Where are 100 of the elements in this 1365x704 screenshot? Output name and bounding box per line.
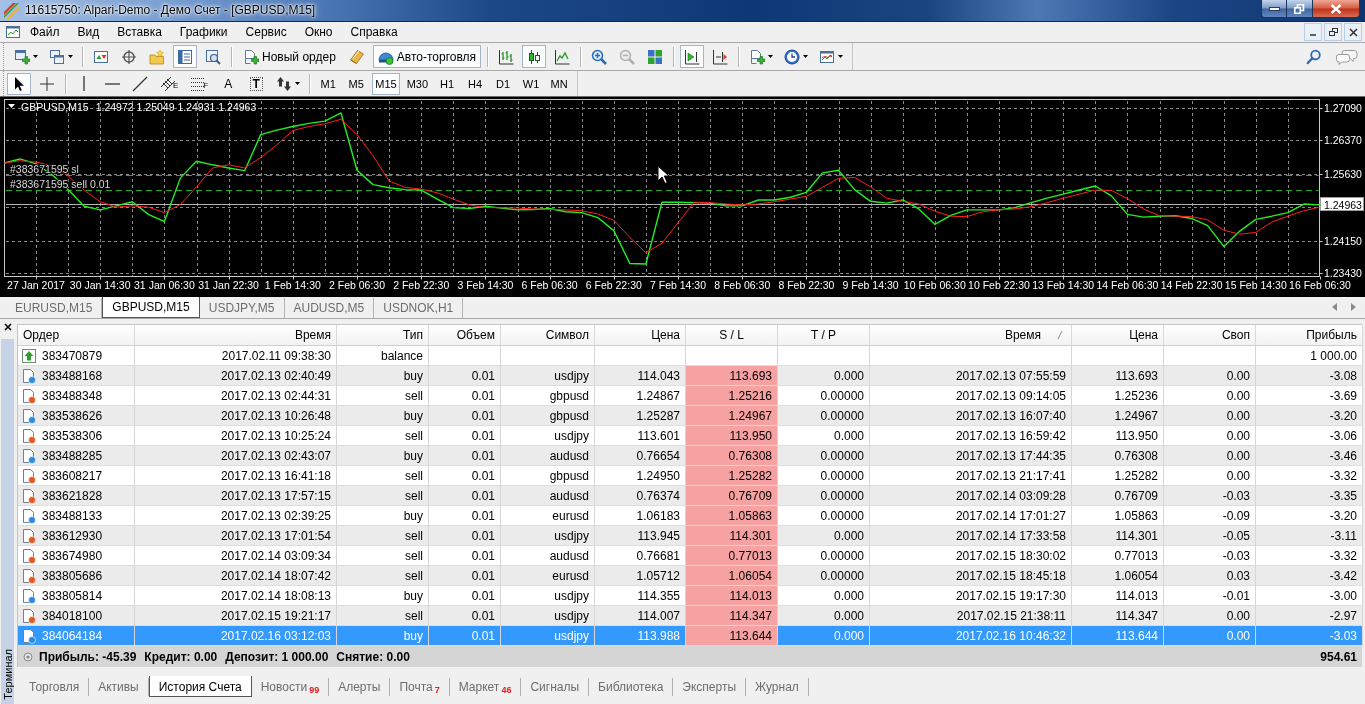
ref-line-label: 1.24963: [1324, 198, 1363, 211]
panel-tab[interactable]: Эксперты: [673, 678, 747, 696]
terminal-button[interactable]: [173, 45, 197, 68]
time-axis-label: 8 Feb 06:30: [714, 279, 771, 291]
table-row[interactable]: 383608217 2017.02.13 16:41:18 sell 0.01 gbpusd 1.24950 1.25282 0.00000 2017.02.13 21:17:41 1.25282 0.00 -3.32: [17, 466, 1362, 486]
menu-item[interactable]: Файл: [21, 22, 69, 42]
new-order-button[interactable]: Новый ордер: [238, 45, 341, 68]
ring-icon: [23, 651, 33, 662]
panel-tab[interactable]: Активы: [89, 678, 149, 696]
maximize-button[interactable]: [1287, 0, 1313, 18]
auto-scroll-button[interactable]: [680, 45, 705, 68]
scroll-right-icon[interactable]: [1351, 303, 1356, 311]
panel-tab[interactable]: Журнал: [746, 678, 809, 696]
table-row[interactable]: 383612930 2017.02.13 17:01:54 sell 0.01 usdjpy 113.945 114.301 0.000 2017.02.14 17:33:58 114.301 -0.05 -3.11: [17, 526, 1362, 546]
window-arrows-icon: [93, 48, 109, 65]
menu-item[interactable]: Вставка: [108, 22, 171, 42]
table-cell: 384064184: [42, 628, 103, 643]
time-axis-label: 3 Feb 14:30: [457, 279, 514, 291]
table-cell: 1.24967: [686, 406, 778, 426]
timeframe-button[interactable]: H4: [463, 72, 488, 95]
menu-item[interactable]: Сервис: [236, 22, 296, 42]
table-row[interactable]: 383621828 2017.02.13 17:57:15 sell 0.01 audusd 0.76374 0.76709 0.00000 2017.02.14 03:09:28 0.76709 -0.03 -3.35: [17, 486, 1362, 506]
chart-shift-icon: [712, 48, 729, 65]
minimize-button[interactable]: [1261, 0, 1287, 18]
unread-count: 7: [434, 685, 440, 696]
table-row[interactable]: 383488168 2017.02.13 02:40:49 buy 0.01 usdjpy 114.043 113.693 0.000 2017.02.13 07:55:59 113.693 0.00 -3.08: [17, 366, 1362, 386]
table-row[interactable]: 383538626 2017.02.13 10:26:48 buy 0.01 gbpusd 1.25287 1.24967 0.00000 2017.02.13 16:07:40 1.24967 0.00 -3.20: [17, 406, 1362, 426]
vertical-line-icon: [83, 76, 85, 91]
table-row[interactable]: 383488285 2017.02.13 02:43:07 buy 0.01 audusd 0.76654 0.76308 0.00000 2017.02.13 17:44:35 0.76308 0.00 -3.46: [17, 446, 1362, 466]
table-row[interactable]: 383488133 2017.02.13 02:39:25 buy 0.01 eurusd 1.06183 1.05863 0.00000 2017.02.14 17:01:27 1.05863 -0.09 -3.20: [17, 506, 1362, 526]
table-cell: 383488133: [42, 508, 103, 523]
table-cell: 113.644: [686, 626, 778, 646]
timeframe-button[interactable]: M5: [344, 72, 369, 95]
candlestick-button[interactable]: [522, 45, 547, 68]
restore-icon: [1294, 3, 1305, 14]
current-price-label: 1.24963: [1320, 197, 1364, 211]
timeframe-button[interactable]: D1: [491, 72, 516, 95]
chart-tab[interactable]: USDJPY,M5: [199, 298, 285, 318]
document-plus-icon: [749, 48, 766, 65]
chat-icon[interactable]: [1336, 48, 1358, 65]
triangle-icon[interactable]: [8, 104, 15, 108]
menu-item[interactable]: Окно: [295, 22, 342, 42]
summary-text: Прибыль: -45.39: [39, 649, 137, 664]
arrows-icon: [276, 75, 293, 92]
folder-star-icon: [149, 48, 165, 65]
chart-tab[interactable]: AUDUSD,M5: [284, 298, 375, 318]
chart-window-icon[interactable]: [5, 24, 21, 40]
menu-item[interactable]: Справка: [341, 22, 407, 42]
summary-text: Снятие: 0.00: [336, 649, 410, 664]
candlestick-icon: [526, 48, 543, 65]
close-button[interactable]: [1313, 0, 1360, 18]
menu-item[interactable]: Графики: [170, 22, 237, 42]
chart-window-icon: [819, 48, 836, 65]
window-plus-icon: [14, 48, 30, 65]
panel-tab[interactable]: Торговля: [20, 678, 90, 696]
cursor-button[interactable]: [7, 72, 31, 95]
chart-symbol: GBPUSD,M15: [21, 101, 89, 113]
table-row[interactable]: 384018100 2017.02.15 19:21:17 sell 0.01 usdjpy 114.007 114.347 0.000 2017.02.15 21:38:11 114.347 0.00 -2.97: [17, 606, 1362, 626]
scroll-left-icon[interactable]: [1332, 303, 1337, 311]
panel-tab[interactable]: Алерты: [329, 678, 391, 696]
timeframe-button[interactable]: MN: [547, 72, 572, 95]
panel-tab[interactable]: Библиотека: [589, 678, 674, 696]
timeframe-button[interactable]: M1: [316, 72, 341, 95]
table-row[interactable]: 384064184 2017.02.16 03:12:03 buy 0.01 usdjpy 113.988 113.644 0.000 2017.02.16 10:46:32 113.644 0.00 -3.03: [17, 626, 1362, 646]
text-button[interactable]: A: [216, 72, 241, 95]
text-label-button[interactable]: T: [244, 72, 269, 95]
timeframe-button[interactable]: H1: [435, 72, 460, 95]
close-icon: [1330, 3, 1342, 14]
table-row[interactable]: 383470879 2017.02.11 09:38:30 balance 1 000.00: [17, 346, 1362, 366]
timeframe-button[interactable]: W1: [519, 72, 544, 95]
table-row[interactable]: 383805686 2017.02.14 18:07:42 sell 0.01 eurusd 1.05712 1.06054 0.00000 2017.02.15 18:45:18 1.06054 0.03 -3.42: [17, 566, 1362, 586]
close-icon[interactable]: [3, 323, 12, 331]
table-cell: 0.77013: [686, 546, 778, 566]
table-row[interactable]: 383674980 2017.02.14 03:09:34 sell 0.01 audusd 0.76681 0.77013 0.00000 2017.02.15 18:30:02 0.77013 -0.03 -3.32: [17, 546, 1362, 566]
menu-item[interactable]: Вид: [68, 22, 109, 42]
channel-button[interactable]: E: [156, 72, 183, 95]
restore-button[interactable]: [1324, 23, 1342, 41]
close-icon: [1348, 27, 1358, 37]
panel-tab[interactable]: Сигналы: [521, 678, 590, 696]
table-row[interactable]: 383538306 2017.02.13 10:25:24 sell 0.01 usdjpy 113.601 113.950 0.000 2017.02.13 16:59:42 113.950 0.00 -3.06: [17, 426, 1362, 446]
table-cell: 383621828: [42, 488, 103, 503]
table-cell: 383805686: [42, 568, 103, 583]
table-cell: 383488348: [42, 388, 103, 403]
fibonacci-button[interactable]: F: [186, 72, 213, 95]
chart-prices: 1.24972 1.25049 1.24931 1.24963: [95, 101, 257, 113]
time-axis-label: 31 Jan 22:30: [198, 279, 259, 291]
chart-tab[interactable]: USDNOK,H1: [374, 298, 464, 318]
timeframe-button[interactable]: M15: [372, 72, 400, 95]
chart-tab[interactable]: GBPUSD,M15: [102, 297, 200, 318]
table-row[interactable]: 383805814 2017.02.14 18:08:13 buy 0.01 usdjpy 114.355 114.013 0.000 2017.02.15 19:17:30 114.013 -0.01 -3.00: [17, 586, 1362, 606]
crosshair-icon: [39, 75, 55, 92]
autotrading-button[interactable]: Авто-торговля: [372, 45, 482, 68]
panel-tab[interactable]: История Счета: [148, 676, 252, 697]
zoom-in-icon: [591, 48, 608, 65]
table-row[interactable]: 383488348 2017.02.13 02:44:31 sell 0.01 gbpusd 1.24867 1.25216 0.00000 2017.02.13 09:14:05 1.25236 0.00 -3.69: [17, 386, 1362, 406]
search-icon[interactable]: [1306, 48, 1322, 65]
arrow-up-icon: [21, 347, 37, 364]
table-cell: 383805814: [42, 588, 103, 603]
timeframe-button[interactable]: M30: [403, 72, 432, 95]
table-cell: 383538626: [42, 408, 103, 423]
